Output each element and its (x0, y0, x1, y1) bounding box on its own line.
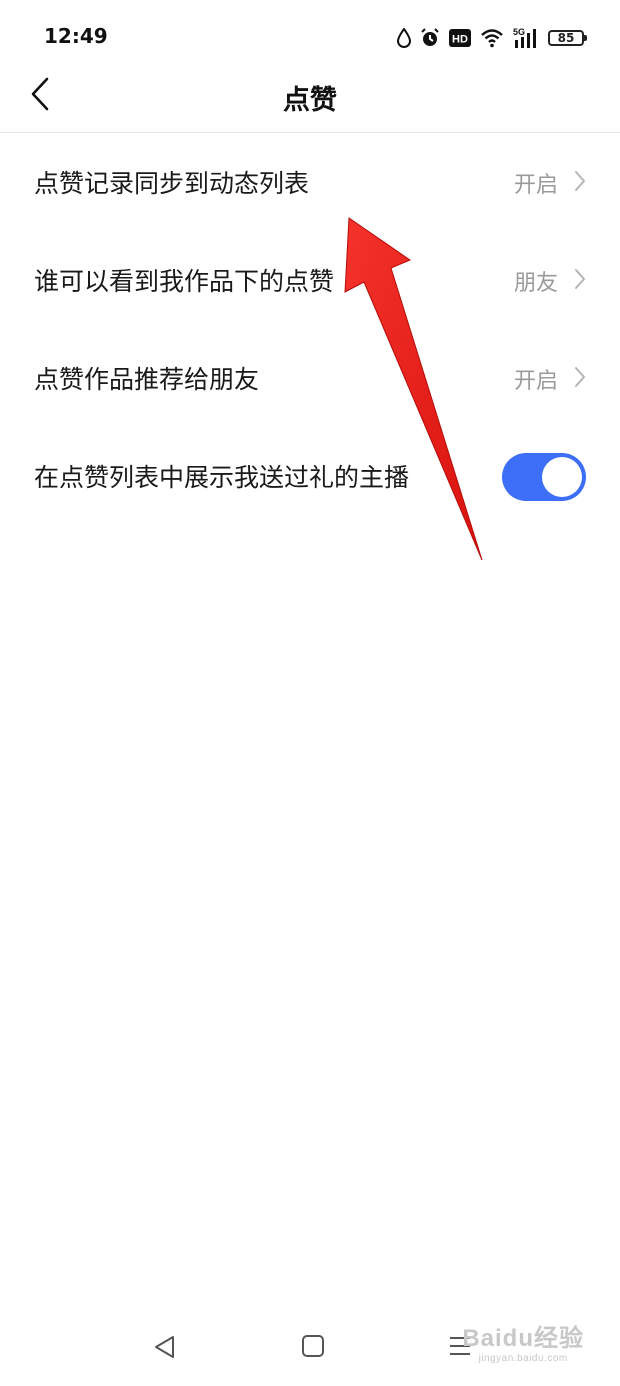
alarm-icon (420, 28, 440, 48)
watermark-sub: jingyan.baidu.com (478, 1353, 568, 1364)
nav-bar: 点赞 (0, 60, 620, 133)
setting-value: 开启 (513, 173, 558, 198)
svg-text:HD: HD (452, 34, 468, 46)
setting-show-gifted-streamers: 在点赞列表中展示我送过礼的主播 (0, 428, 620, 526)
watermark: Baidu经验 jingyan.baidu.com (462, 1318, 584, 1364)
chevron-right-icon (574, 366, 586, 392)
setting-value: 开启 (513, 369, 558, 394)
svg-text:5G: 5G (513, 27, 525, 37)
setting-label: 点赞记录同步到动态列表 (34, 169, 310, 198)
back-triangle-icon[interactable] (152, 1334, 178, 1364)
watermark-main: Baidu经验 (462, 1325, 584, 1352)
water-drop-icon (397, 28, 411, 48)
setting-label: 谁可以看到我作品下的点赞 (34, 267, 335, 296)
wifi-icon (480, 28, 504, 48)
toggle-knob (542, 457, 582, 497)
show-gifted-streamers-toggle[interactable] (502, 453, 586, 501)
chevron-right-icon (574, 268, 586, 294)
settings-list: 点赞记录同步到动态列表 开启 谁可以看到我作品下的点赞 朋友 点赞作品推荐给朋友… (0, 134, 620, 526)
home-square-icon[interactable] (301, 1334, 325, 1362)
setting-label: 在点赞列表中展示我送过礼的主播 (34, 463, 410, 492)
setting-label: 点赞作品推荐给朋友 (34, 365, 260, 394)
status-icons: HD 5G 85 (397, 24, 587, 52)
hd-icon: HD (449, 29, 471, 47)
chevron-right-icon (574, 170, 586, 196)
page-title: 点赞 (283, 85, 337, 116)
setting-sync-likes[interactable]: 点赞记录同步到动态列表 开启 (0, 134, 620, 232)
battery-icon: 85 (548, 30, 587, 46)
status-time: 12:49 (44, 24, 108, 48)
setting-recommend-liked-works[interactable]: 点赞作品推荐给朋友 开启 (0, 330, 620, 428)
setting-who-can-see-likes[interactable]: 谁可以看到我作品下的点赞 朋友 (0, 232, 620, 330)
setting-value: 朋友 (513, 271, 558, 296)
signal-icon: 5G (513, 27, 539, 49)
